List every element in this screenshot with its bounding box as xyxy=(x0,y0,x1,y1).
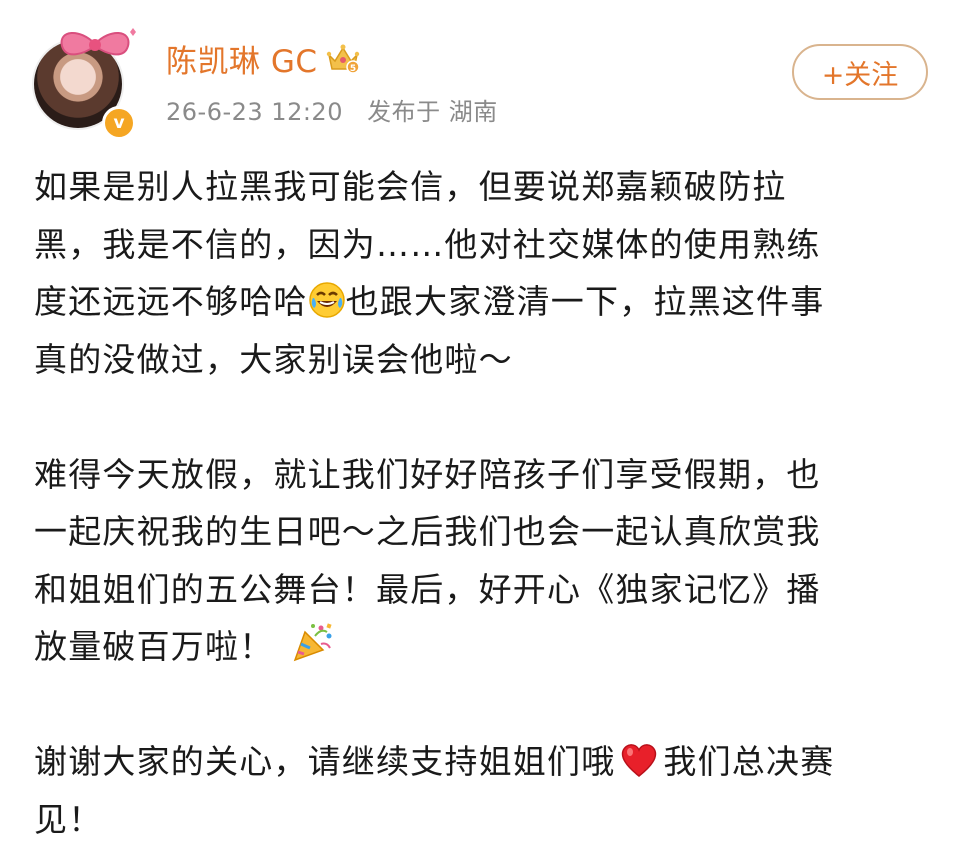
text-line: 和姐姐们的五公舞台！最后，好开心《独家记忆》播 xyxy=(34,561,934,619)
text-segment: 也跟大家澄清一下，拉黑这件事 xyxy=(346,282,825,321)
avatar-container[interactable]: v xyxy=(34,26,134,126)
level-number: 5 xyxy=(349,64,355,74)
post-content: 如果是别人拉黑我可能会信，但要说郑嘉颖破防拉 黑，我是不信的，因为……他对社交媒… xyxy=(34,158,934,848)
red-heart-emoji-icon xyxy=(619,741,659,779)
post-location: 发布于 湖南 xyxy=(367,98,498,126)
post-meta: 26-6-23 12:20 发布于 湖南 xyxy=(166,92,498,127)
verified-badge-icon: v xyxy=(102,106,136,140)
post-paragraph: 难得今天放假，就让我们好好陪孩子们享受假期，也 一起庆祝我的生日吧～之后我们也会… xyxy=(34,446,934,676)
text-line: 难得今天放假，就让我们好好陪孩子们享受假期，也 xyxy=(34,446,934,504)
text-line: 见！ xyxy=(34,791,934,848)
party-popper-emoji-icon xyxy=(291,620,335,664)
text-segment: 放量破百万啦！ xyxy=(34,627,273,666)
text-line: 度还远远不够哈哈 也跟大家澄清一下，拉黑这件事 xyxy=(34,273,934,331)
follow-button[interactable]: +关注 xyxy=(792,44,928,100)
bow-icon xyxy=(50,26,140,66)
post-timestamp: 26-6-23 12:20 xyxy=(166,98,343,126)
post-paragraph: 谢谢大家的关心，请继续支持姐姐们哦 我们总决赛 见！ xyxy=(34,733,934,848)
text-segment: 我们总决赛 xyxy=(663,742,834,781)
text-line: 谢谢大家的关心，请继续支持姐姐们哦 我们总决赛 xyxy=(34,733,934,791)
text-line: 如果是别人拉黑我可能会信，但要说郑嘉颖破防拉 xyxy=(34,158,934,216)
crown-level-badge-icon: 5 xyxy=(326,43,360,75)
post-paragraph: 如果是别人拉黑我可能会信，但要说郑嘉颖破防拉 黑，我是不信的，因为……他对社交媒… xyxy=(34,158,934,388)
text-line: 真的没做过，大家别误会他啦～ xyxy=(34,331,934,389)
text-line: 黑，我是不信的，因为……他对社交媒体的使用熟练 xyxy=(34,216,934,274)
laughing-with-tears-emoji-icon xyxy=(308,281,346,319)
post-header: v 陈凯琳 GC 5 26-6-23 12:20 发布于 湖南 +关注 xyxy=(0,0,960,140)
text-line: 一起庆祝我的生日吧～之后我们也会一起认真欣赏我 xyxy=(34,503,934,561)
text-segment: 谢谢大家的关心，请继续支持姐姐们哦 xyxy=(34,742,615,781)
author-row: 陈凯琳 GC 5 xyxy=(166,36,360,81)
text-line: 放量破百万啦！ xyxy=(34,618,934,676)
author-name[interactable]: 陈凯琳 GC xyxy=(166,36,318,81)
text-segment: 度还远远不够哈哈 xyxy=(34,282,308,321)
